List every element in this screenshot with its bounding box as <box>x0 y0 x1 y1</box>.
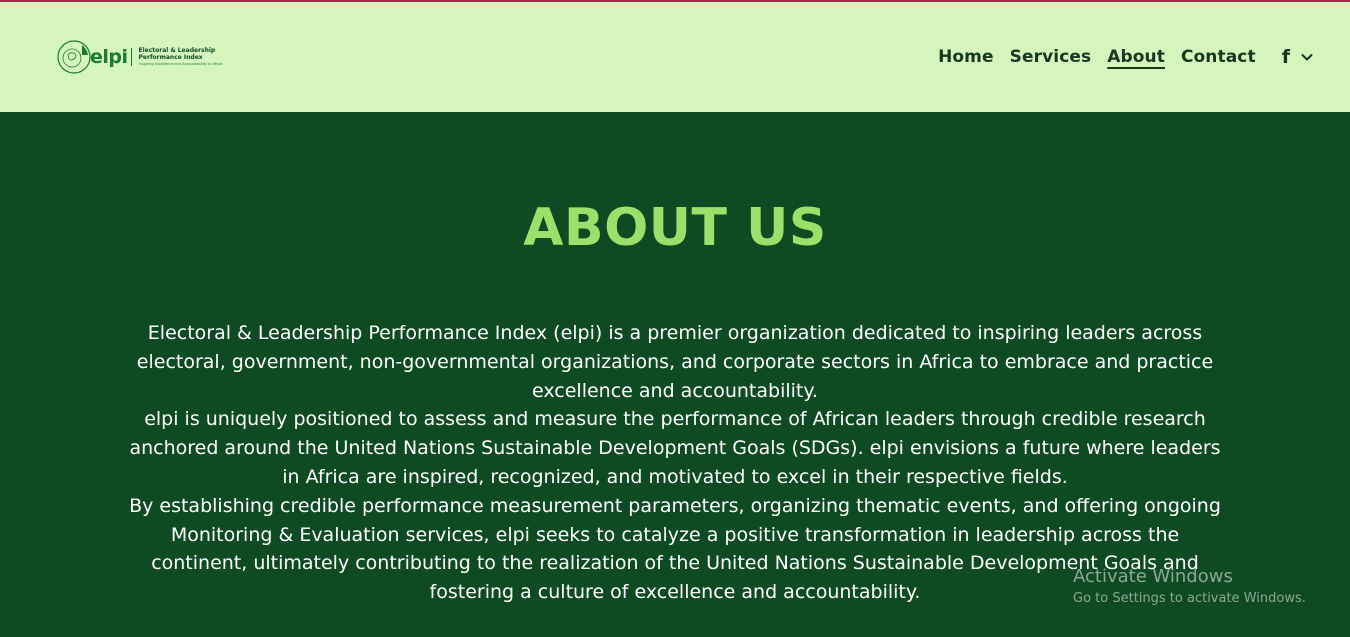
watermark-title: Activate Windows <box>1073 566 1233 587</box>
site-header: elpi Electoral & Leadership Performance … <box>0 2 1350 112</box>
logo-name-line2: Performance Index <box>138 54 203 61</box>
nav-contact-link[interactable]: Contact <box>1181 47 1256 67</box>
logo-emblem-icon <box>57 40 91 74</box>
about-body: Electoral & Leadership Performance Index… <box>125 319 1225 607</box>
logo-text: Electoral & Leadership Performance Index… <box>139 47 223 67</box>
about-section: ABOUT US Electoral & Leadership Performa… <box>0 112 1350 637</box>
activate-windows-watermark: Activate Windows Go to Settings to activ… <box>1073 565 1306 609</box>
logo-divider <box>130 48 132 66</box>
watermark-subtitle: Go to Settings to activate Windows. <box>1073 591 1306 606</box>
logo-name-line1: Electoral & Leadership <box>138 47 216 54</box>
site-logo[interactable]: elpi Electoral & Leadership Performance … <box>56 37 223 77</box>
facebook-icon[interactable]: f <box>1282 46 1290 68</box>
chevron-down-icon[interactable] <box>1300 50 1314 64</box>
logo-wordmark: elpi <box>90 46 128 68</box>
main-nav: Home Services About Contact f <box>922 46 1314 68</box>
nav-home-link[interactable]: Home <box>938 47 994 67</box>
nav-about-link[interactable]: About <box>1107 47 1165 67</box>
about-paragraph: Electoral & Leadership Performance Index… <box>136 322 1214 402</box>
logo-tagline: Inspiring Excellence and Accountability … <box>138 62 223 66</box>
page-title: ABOUT US <box>523 198 827 258</box>
nav-services-link[interactable]: Services <box>1010 47 1092 67</box>
about-paragraph: By establishing credible performance mea… <box>129 494 1221 604</box>
about-paragraph: elpi is uniquely positioned to assess an… <box>129 408 1221 488</box>
